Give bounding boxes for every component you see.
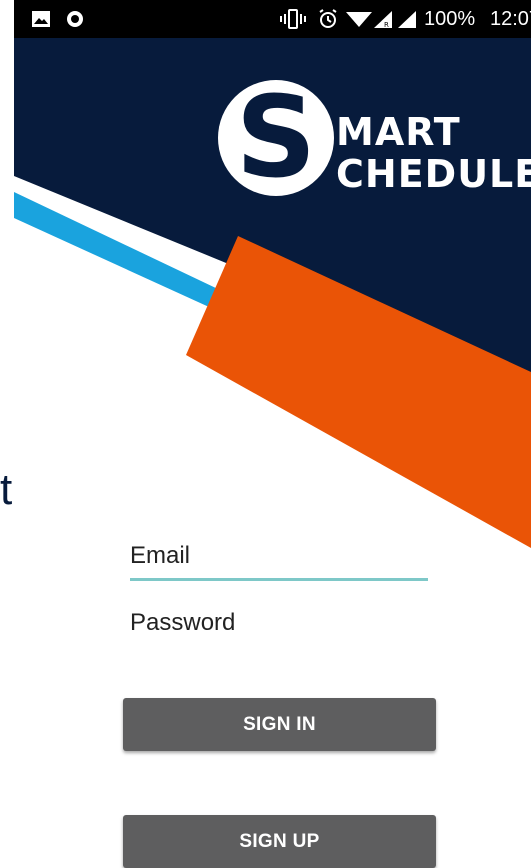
email-field[interactable]: Email xyxy=(130,538,428,581)
password-field[interactable]: Password xyxy=(130,605,428,645)
sign-up-button[interactable]: SIGN UP xyxy=(123,815,436,868)
svg-text:R: R xyxy=(384,21,389,28)
password-placeholder: Password xyxy=(130,609,236,636)
clock-time: 12:07 xyxy=(490,8,531,30)
email-placeholder: Email xyxy=(130,542,191,569)
signal-icon xyxy=(398,11,416,28)
gallery-icon xyxy=(32,11,50,27)
logo-word-line-2: CHEDULE xyxy=(336,152,531,196)
partial-heading-text: t xyxy=(0,465,13,514)
sign-in-button[interactable]: SIGN IN xyxy=(123,698,436,751)
logo-letter: S xyxy=(235,73,317,203)
record-icon xyxy=(67,11,83,27)
logo-word-line-1: MART xyxy=(336,110,461,154)
battery-percentage: 100% xyxy=(424,8,476,30)
wifi-icon xyxy=(346,12,372,27)
signal-roaming-icon: R xyxy=(374,11,392,28)
vibrate-icon xyxy=(280,9,306,29)
status-bar: R 100% 12:07 xyxy=(14,0,531,38)
alarm-icon xyxy=(319,9,337,28)
